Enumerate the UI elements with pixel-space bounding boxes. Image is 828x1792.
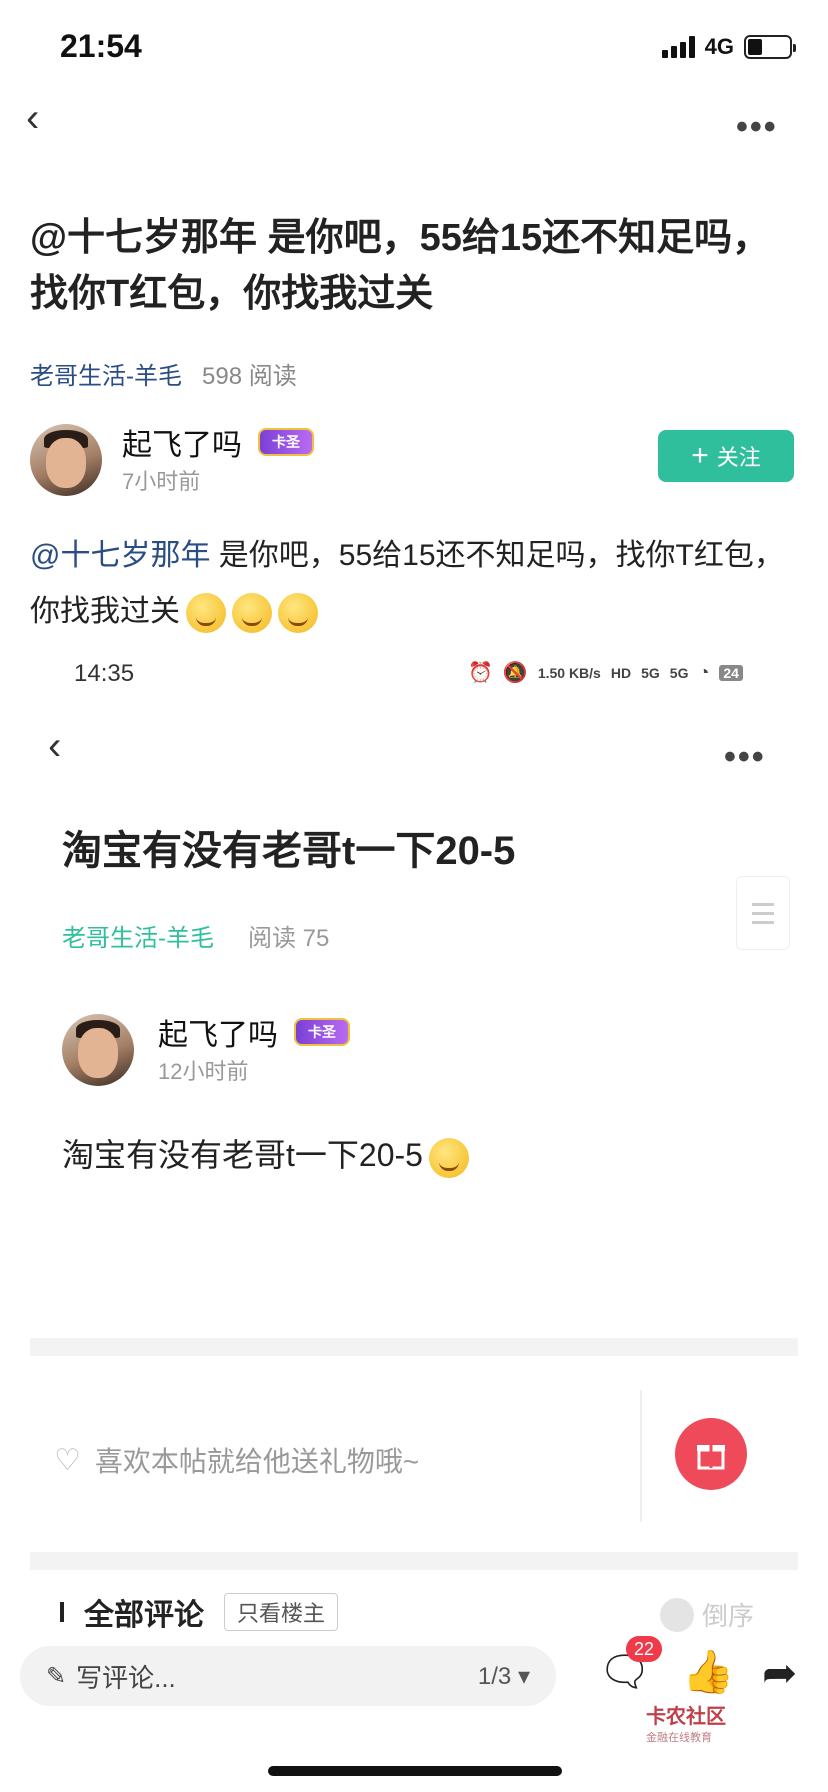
comment-count-badge: 22 (626, 1636, 662, 1662)
section-divider (30, 1552, 798, 1570)
comment-input[interactable]: ✎ 写评论... 1/3 ▾ (20, 1646, 556, 1706)
inner-post-time: 12小时前 (158, 1059, 249, 1084)
status-time: 21:54 (60, 28, 142, 64)
inner-post-body: 淘宝有没有老哥t一下20-5 (62, 1130, 469, 1178)
post-meta: 老哥生活-羊毛 598 阅读 (30, 356, 297, 391)
inner-category-link[interactable]: 老哥生活-羊毛 (62, 918, 214, 953)
network-label: 4G (704, 34, 734, 59)
wifi-icon: ◔ (698, 662, 710, 682)
more-icon[interactable]: ••• (736, 108, 778, 147)
follow-button[interactable]: + 关注 (658, 430, 794, 482)
gift-prompt-text: 喜欢本帖就给他送礼物哦~ (94, 1446, 420, 1477)
section-divider (30, 1338, 798, 1356)
inner-post-meta: 老哥生活-羊毛 阅读 75 (62, 918, 329, 953)
gift-button[interactable] (675, 1418, 747, 1490)
sort-label: 倒序 (702, 1601, 755, 1631)
inner-post-title: 淘宝有没有老哥t一下20-5 (62, 829, 516, 873)
battery-level: 24 (719, 664, 743, 681)
gift-icon (697, 1445, 725, 1470)
pencil-icon: ✎ (46, 1662, 67, 1690)
status-icons: 4G (661, 34, 796, 60)
post-body: @十七岁那年 是你吧，55给15还不知足吗，找你T红包，你找我过关 (30, 528, 800, 640)
inner-status-icons: ⏰ 🔕 1.50 KB/s HD 5G 5G ◔ 24 (468, 660, 743, 685)
laugh-cry-emoji-icon (232, 593, 272, 634)
sort-icon (660, 1597, 694, 1632)
inner-post-body-text: 淘宝有没有老哥t一下20-5 (62, 1137, 423, 1173)
speed-label: 1.50 KB/s (537, 664, 601, 681)
5g-icon: 5G (641, 664, 660, 681)
inner-read-count: 阅读 75 (248, 925, 330, 952)
laugh-cry-emoji-icon (278, 593, 318, 634)
inner-author-name[interactable]: 起飞了吗 (158, 1010, 278, 1054)
inner-avatar[interactable] (62, 1014, 134, 1086)
sort-order-toggle[interactable]: 倒序 (660, 1596, 754, 1633)
heart-icon[interactable]: ♡ (54, 1443, 81, 1478)
category-link[interactable]: 老哥生活-羊毛 (30, 356, 182, 391)
avatar[interactable] (30, 424, 102, 496)
comment-placeholder: 写评论... (76, 1662, 176, 1693)
follow-label: 关注 (716, 445, 761, 470)
read-count: 598 阅读 (202, 363, 297, 390)
plus-icon: + (691, 439, 709, 472)
inner-author-line: 起飞了吗 卡圣 (158, 1010, 350, 1054)
inner-more-icon[interactable]: ••• (724, 738, 766, 777)
alarm-icon: ⏰ (468, 662, 493, 684)
comments-title: 全部评论 (84, 1599, 204, 1632)
post-time: 7小时前 (122, 469, 201, 494)
rank-badge: 卡圣 (258, 428, 314, 456)
home-indicator[interactable] (268, 1766, 562, 1776)
page-indicator[interactable]: 1/3 ▾ (478, 1662, 530, 1691)
signal-icon (661, 36, 695, 58)
scroll-handle[interactable] (736, 876, 790, 950)
like-icon[interactable]: 👍 (682, 1648, 734, 1697)
battery-icon (744, 35, 796, 59)
owner-only-toggle[interactable]: 只看楼主 (224, 1593, 339, 1631)
watermark-logo: 卡农社区 金融在线教育 (646, 1706, 726, 1744)
back-icon[interactable]: ‹ (26, 96, 39, 141)
inner-status-time: 14:35 (74, 660, 135, 687)
hd-icon: HD (610, 664, 632, 681)
inner-rank-badge: 卡圣 (294, 1018, 350, 1046)
5g-icon: 5G (669, 664, 689, 681)
mute-icon: 🔕 (502, 662, 528, 684)
gift-prompt: ♡ 喜欢本帖就给他送礼物哦~ (54, 1440, 419, 1480)
divider-line (640, 1390, 642, 1522)
inner-back-icon[interactable]: ‹ (48, 724, 61, 769)
sleepy-emoji-icon (428, 1137, 469, 1178)
share-icon[interactable]: ➦ (762, 1648, 797, 1697)
user-mention[interactable]: @十七岁那年 (30, 539, 210, 572)
author-line: 起飞了吗 卡圣 (122, 420, 314, 464)
laugh-cry-emoji-icon (186, 593, 226, 634)
author-name[interactable]: 起飞了吗 (122, 420, 242, 464)
comments-header: 全部评论 只看楼主 (60, 1590, 339, 1634)
post-title: @十七岁那年 是你吧，55给15还不知足吗，找你T红包，你找我过关 (30, 217, 771, 315)
